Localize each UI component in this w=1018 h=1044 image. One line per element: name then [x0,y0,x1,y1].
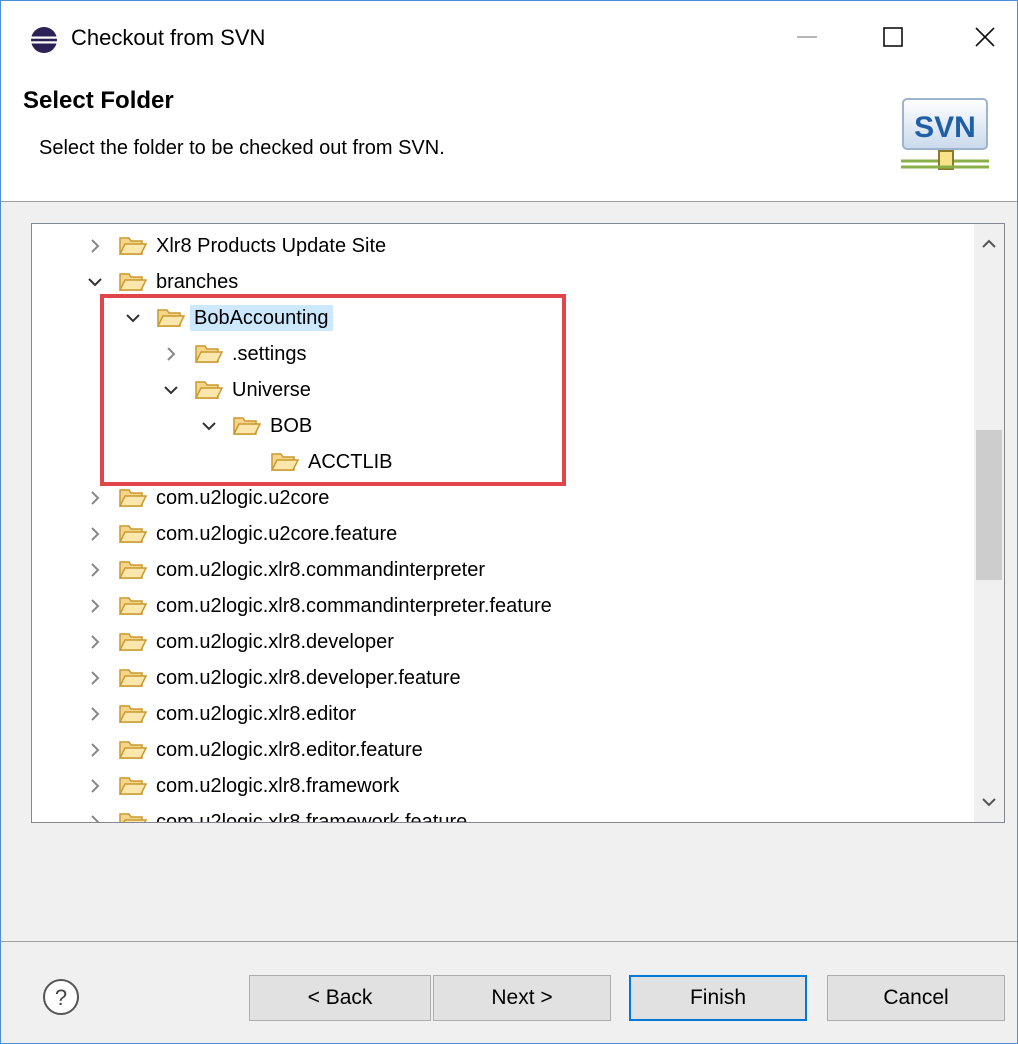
chevron-right-icon[interactable] [86,524,104,544]
tree-node[interactable]: ACCTLIB [32,444,972,480]
tree-node-label: com.u2logic.xlr8.commandinterpreter.feat… [156,595,552,617]
tree-node-label: .settings [232,343,307,365]
help-glyph: ? [55,985,67,1010]
chevron-right-icon[interactable] [86,236,104,256]
tree-node[interactable]: BobAccounting [32,300,972,336]
tree-node[interactable]: com.u2logic.xlr8.developer.feature [32,660,972,696]
chevron-down-icon[interactable] [86,272,104,292]
folder-open-icon [118,705,148,723]
minimize-button[interactable] [777,9,837,65]
folder-open-icon [118,633,148,651]
tree-node-label: com.u2logic.xlr8.commandinterpreter [156,559,486,581]
folder-open-icon [118,597,148,615]
tree-node[interactable]: com.u2logic.xlr8.editor [32,696,972,732]
chevron-up-icon [982,239,996,248]
tree-node-label: com.u2logic.xlr8.framework [156,775,400,797]
chevron-right-icon[interactable] [86,596,104,616]
chevron-right-icon[interactable] [86,488,104,508]
chevron-right-icon[interactable] [86,560,104,580]
cancel-button[interactable]: Cancel [827,975,1005,1021]
folder-open-icon [118,237,148,255]
tree-node[interactable]: Universe [32,372,972,408]
tree-node-label: branches [156,271,239,293]
chevron-right-icon[interactable] [162,344,180,364]
tree-node-label: Xlr8 Products Update Site [156,235,387,257]
tree-node[interactable]: .settings [32,336,972,372]
maximize-icon [883,27,903,47]
help-icon[interactable]: ? [41,977,81,1017]
folder-open-icon [270,453,300,471]
chevron-down-icon[interactable] [162,380,180,400]
folder-open-icon [118,273,148,291]
scroll-up-button[interactable] [974,224,1004,264]
tree-node-label: BOB [270,415,313,437]
tree-node-label: com.u2logic.xlr8.developer [156,631,394,653]
eclipse-app-icon [31,27,57,53]
page-description: Select the folder to be checked out from… [39,137,445,159]
chevron-right-icon[interactable] [86,704,104,724]
minimize-icon [797,36,817,38]
tree-node[interactable]: com.u2logic.u2core [32,480,972,516]
title-bar: Checkout from SVN [1,1,1017,73]
back-button[interactable]: < Back [249,975,431,1021]
folder-open-icon [119,813,148,822]
chevron-right-icon[interactable] [86,776,104,796]
folder-open-icon [118,741,148,759]
tree-node-label: com.u2logic.xlr8.editor [156,703,357,725]
svn-logo-text: SVN [914,111,976,144]
chevron-right-icon[interactable] [86,668,104,688]
tree-node-label: com.u2logic.xlr8.framework.feature [156,811,468,823]
folder-open-icon [118,489,148,507]
tree-node[interactable]: com.u2logic.xlr8.framework [32,768,972,804]
next-button[interactable]: Next > [433,975,611,1021]
tree-node[interactable]: com.u2logic.u2core.feature [32,516,972,552]
folder-open-icon [232,417,262,435]
tree-node[interactable]: com.u2logic.xlr8.commandinterpreter [32,552,972,588]
folder-open-icon [118,525,148,543]
folder-open-icon [118,777,148,795]
chevron-down-icon [982,798,996,807]
wizard-header: Select Folder Select the folder to be ch… [1,73,1017,202]
folder-open-icon [194,345,224,363]
finish-button[interactable]: Finish [629,975,807,1021]
scrollbar-thumb[interactable] [976,430,1002,580]
svn-logo-icon: SVN [901,98,989,170]
tree-node[interactable]: com.u2logic.xlr8.framework.feature [32,804,972,823]
chevron-right-icon[interactable] [86,812,104,823]
tree-node[interactable]: Xlr8 Products Update Site [32,228,972,264]
chevron-right-icon[interactable] [86,740,104,760]
tree-node-label: com.u2logic.xlr8.developer.feature [156,667,461,689]
checkout-dialog: Checkout from SVN Select Folder Select t… [0,0,1018,1044]
tree-node[interactable]: BOB [32,408,972,444]
tree-node-label: com.u2logic.xlr8.editor.feature [156,739,423,761]
vertical-scrollbar[interactable] [974,224,1004,822]
tree-node[interactable]: com.u2logic.xlr8.commandinterpreter.feat… [32,588,972,624]
chevron-down-icon[interactable] [200,416,218,436]
folder-tree[interactable]: Xlr8 Products Update Site branches BobAcco… [31,223,1005,823]
tree-node[interactable]: com.u2logic.xlr8.developer [32,624,972,660]
tree-node[interactable]: branches [32,264,972,300]
folder-open-icon [118,561,148,579]
chevron-right-icon[interactable] [86,632,104,652]
maximize-button[interactable] [863,9,923,65]
close-button[interactable] [955,9,1015,65]
close-icon [975,27,995,47]
footer-divider [1,941,1017,942]
folder-open-icon [156,309,186,327]
tree-node-label: com.u2logic.u2core.feature [156,523,398,545]
folder-open-icon [194,381,224,399]
tree-node[interactable]: com.u2logic.xlr8.editor.feature [32,732,972,768]
page-title: Select Folder [23,87,174,114]
folder-open-icon [118,669,148,687]
tree-node-label: Universe [232,379,311,401]
window-title: Checkout from SVN [71,25,266,50]
scroll-down-button[interactable] [974,782,1004,822]
tree-node-label: BobAccounting [190,305,333,331]
tree-node-label: com.u2logic.u2core [156,487,330,509]
tree-node-label: ACCTLIB [308,451,393,473]
chevron-down-icon[interactable] [124,308,142,328]
